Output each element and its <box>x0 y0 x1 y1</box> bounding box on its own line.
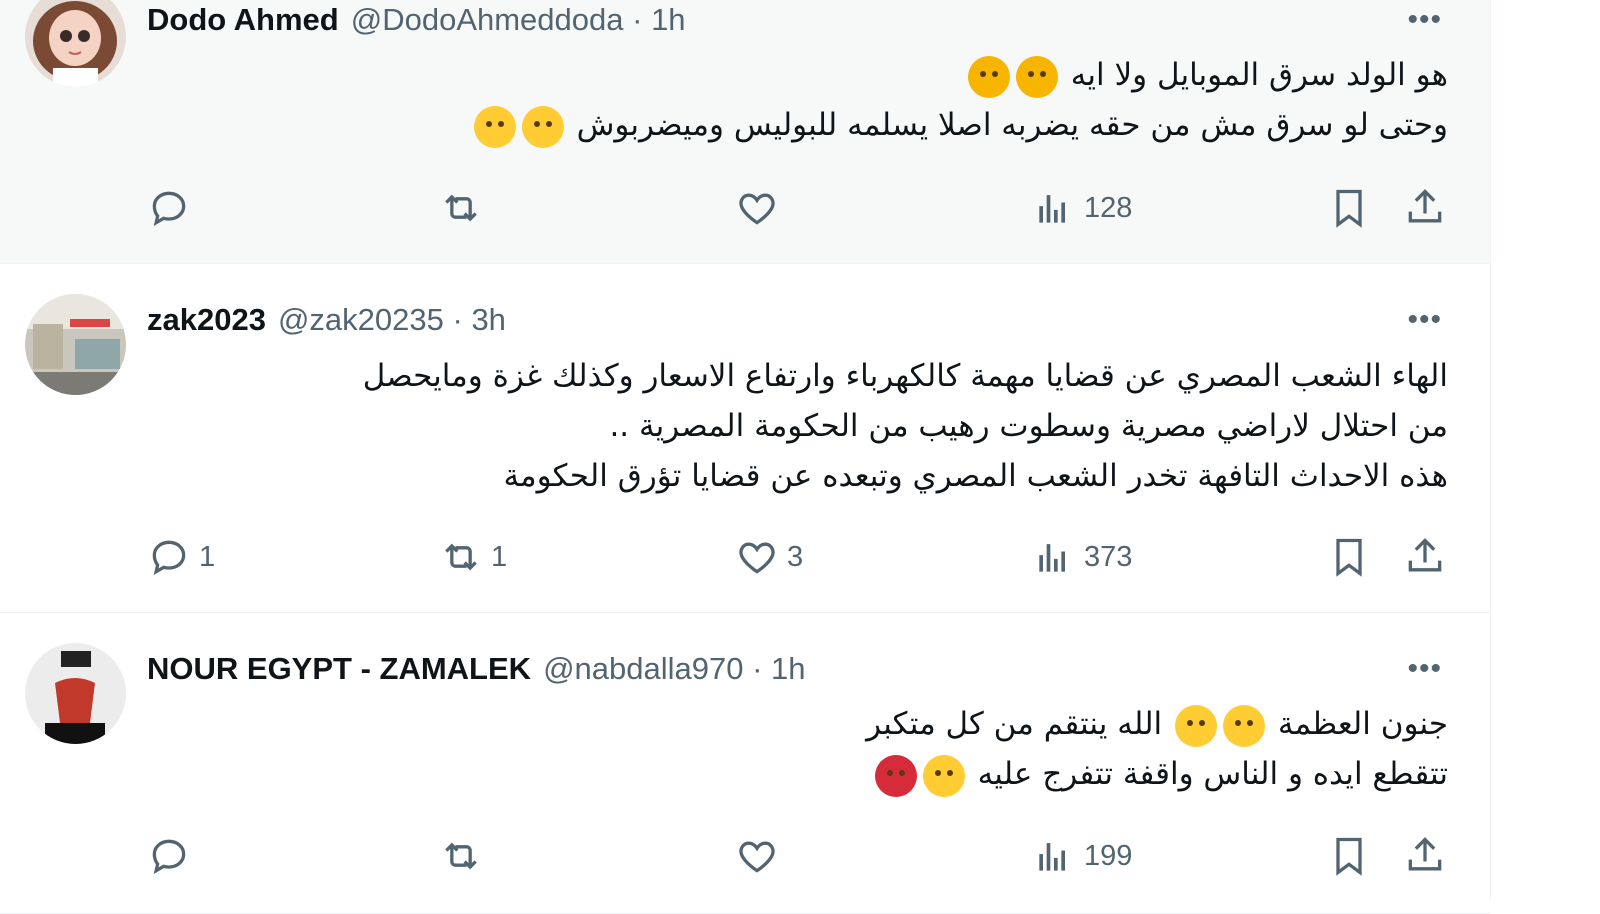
reply-icon <box>152 540 186 576</box>
repost-icon <box>445 842 477 870</box>
bookmark-button[interactable] <box>1327 183 1371 233</box>
repost-button[interactable]: 1 <box>439 532 507 582</box>
analytics-icon <box>1039 544 1065 572</box>
bookmark-icon <box>1336 538 1362 577</box>
tweet-line: هذه الاحداث التافهة تخدر الشعب المصري وت… <box>503 458 1448 494</box>
share-button[interactable] <box>1403 831 1447 881</box>
heart-icon <box>739 542 775 574</box>
tweet-text: جنون العظمة الله ينتقم من كل متكبر تتقطع… <box>180 699 1448 799</box>
smirking-face-emoji <box>1223 704 1265 747</box>
face-with-symbols-on-mouth-emoji <box>874 754 917 797</box>
repost-icon <box>445 194 477 222</box>
views-count: 199 <box>1084 839 1133 872</box>
author-handle[interactable]: @DodoAhmeddoda <box>351 2 624 38</box>
tweet-text: هو الولد سرق الموبايل ولا ايه وحتى لو سر… <box>180 50 1448 150</box>
views-count: 128 <box>1084 191 1133 224</box>
tweet-header: Dodo Ahmed @DodoAhmeddoda · 1h <box>147 0 1450 40</box>
share-icon <box>1408 538 1442 572</box>
tweet-header: NOUR EGYPT - ZAMALEK @nabdalla970 · 1h <box>147 649 1450 689</box>
separator-dot: · <box>623 2 652 37</box>
author-name[interactable]: NOUR EGYPT - ZAMALEK <box>147 651 531 687</box>
tweet-line: وحتى لو سرق مش من حقه يضربه اصلا يسلمه ل… <box>180 100 1448 150</box>
views-count: 373 <box>1084 540 1133 573</box>
like-count: 3 <box>787 540 804 573</box>
repost-button[interactable] <box>439 183 491 233</box>
tweet-text: الهاء الشعب المصري عن قضايا مهمة كالكهرب… <box>180 351 1448 501</box>
separator-dot: · <box>443 302 472 337</box>
reply-button[interactable] <box>147 183 199 233</box>
repost-button[interactable] <box>439 831 491 881</box>
tweet-timestamp[interactable]: 3h <box>471 302 505 338</box>
reply-count: 1 <box>199 540 216 573</box>
repost-count: 1 <box>491 540 508 573</box>
views-button[interactable]: 199 <box>1032 831 1132 881</box>
tweet-line: تتقطع ايده و الناس واقفة تتفرج عليه <box>180 749 1448 799</box>
reply-icon <box>152 191 186 227</box>
author-name[interactable]: zak2023 <box>147 302 266 338</box>
more-options-button[interactable]: ••• <box>1407 649 1442 689</box>
thinking-face-emoji <box>1015 55 1058 98</box>
bookmark-icon <box>1336 837 1362 876</box>
timeline-feed: Dodo Ahmed @DodoAhmeddoda · 1h ••• هو ال… <box>0 0 1491 914</box>
bookmark-icon <box>1336 189 1362 228</box>
like-button[interactable] <box>735 183 787 233</box>
reply-button[interactable]: 1 <box>147 532 215 582</box>
separator-dot: · <box>743 651 772 686</box>
bookmark-button[interactable] <box>1327 831 1371 881</box>
heart-icon <box>739 193 775 225</box>
tweet-line: من احتلال لاراضي مصرية وسطوت رهيب من الح… <box>609 408 1448 444</box>
tweet-actions: 128 <box>147 183 1450 233</box>
unamused-face-emoji <box>521 105 564 148</box>
tweet-actions: 199 <box>147 831 1450 881</box>
tweet-actions: 1 1 3 373 <box>147 532 1450 582</box>
like-button[interactable]: 3 <box>735 532 803 582</box>
analytics-icon <box>1039 195 1065 223</box>
tweet-line: هو الولد سرق الموبايل ولا ايه <box>180 50 1448 100</box>
more-options-button[interactable]: ••• <box>1407 0 1442 40</box>
reply-button[interactable] <box>147 831 199 881</box>
avatar[interactable] <box>25 643 126 744</box>
bookmark-button[interactable] <box>1327 532 1371 582</box>
author-handle[interactable]: @nabdalla970 <box>543 651 743 687</box>
tweet[interactable]: Dodo Ahmed @DodoAhmeddoda · 1h ••• هو ال… <box>0 0 1490 264</box>
tweet[interactable]: zak2023 @zak20235 · 3h ••• الهاء الشعب ا… <box>0 264 1490 613</box>
tweet-timestamp[interactable]: 1h <box>771 651 805 687</box>
tweet-header: zak2023 @zak20235 · 3h <box>147 300 1450 340</box>
share-icon <box>1408 837 1442 871</box>
tweet[interactable]: NOUR EGYPT - ZAMALEK @nabdalla970 · 1h •… <box>0 613 1490 914</box>
tweet-line: الهاء الشعب المصري عن قضايا مهمة كالكهرب… <box>362 358 1448 394</box>
views-button[interactable]: 128 <box>1032 183 1132 233</box>
author-handle[interactable]: @zak20235 <box>278 302 444 338</box>
more-options-button[interactable]: ••• <box>1407 300 1442 340</box>
avatar[interactable] <box>25 0 126 87</box>
repost-icon <box>445 543 477 571</box>
avatar[interactable] <box>25 294 126 395</box>
slightly-frowning-face-emoji <box>1175 704 1217 747</box>
face-with-rolling-eyes-emoji <box>473 105 516 148</box>
share-button[interactable] <box>1403 532 1447 582</box>
share-button[interactable] <box>1403 183 1447 233</box>
like-button[interactable] <box>735 831 787 881</box>
tweet-line: جنون العظمة الله ينتقم من كل متكبر <box>180 699 1448 749</box>
author-name[interactable]: Dodo Ahmed <box>147 2 339 38</box>
smirking-face-emoji <box>922 754 965 797</box>
views-button[interactable]: 373 <box>1032 532 1132 582</box>
share-icon <box>1408 189 1442 223</box>
thinking-face-emoji <box>967 55 1010 98</box>
tweet-timestamp[interactable]: 1h <box>651 2 685 38</box>
analytics-icon <box>1039 843 1065 871</box>
reply-icon <box>152 839 186 875</box>
heart-icon <box>739 841 775 873</box>
